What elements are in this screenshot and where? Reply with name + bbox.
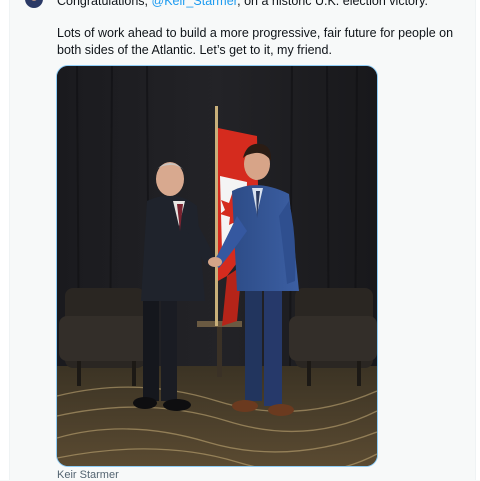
tweet-paragraph-2: Lots of work ahead to build a more progr…: [57, 26, 454, 57]
tagged-user-caption[interactable]: Keir Starmer: [57, 469, 119, 481]
handshake: [208, 257, 222, 267]
tweet-paragraph-1: Congratulations, @Keir_Starmer, on a his…: [57, 0, 462, 10]
right-rail: [475, 0, 480, 480]
tweet-text-suffix: , on a historic U.K. election victory.: [237, 0, 428, 8]
photo-illustration: [57, 66, 377, 466]
tweet-text: Congratulations, @Keir_Starmer, on a his…: [57, 0, 462, 59]
tweet-photo[interactable]: [56, 65, 378, 467]
author-avatar[interactable]: [25, 0, 43, 8]
left-rail: [0, 0, 10, 480]
tweet-text-prefix: Congratulations,: [57, 0, 152, 8]
mention-link[interactable]: @Keir_Starmer: [152, 0, 238, 8]
